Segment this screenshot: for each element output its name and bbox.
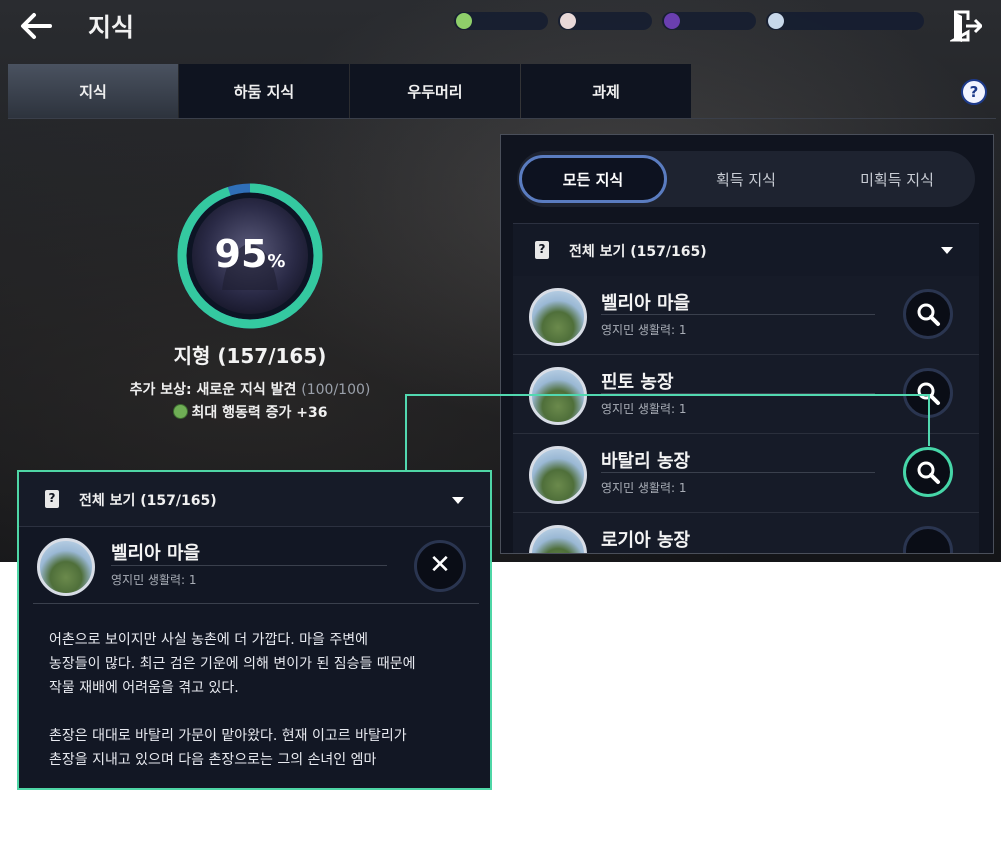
detail-divider — [111, 565, 387, 566]
bonus-text: 최대 행동력 증가 +36 — [80, 402, 420, 422]
category-tabs: 지식 하둠 지식 우두머리 과제 — [8, 64, 692, 118]
reward-text: 추가 보상: 새로운 지식 발견 (100/100) — [129, 382, 371, 398]
detail-description: 어촌으로 보이지만 사실 농촌에 더 가깝다. 마을 주변에 농장들이 많다. … — [49, 632, 416, 768]
connector-line — [405, 394, 930, 396]
search-button[interactable] — [903, 526, 953, 553]
connector-line — [928, 394, 930, 446]
page-title: 지식 — [88, 13, 135, 42]
resource-bar-dark-orb — [662, 12, 756, 30]
caret-down-icon — [941, 247, 953, 254]
item-divider — [601, 314, 875, 315]
book-question-icon: ? — [535, 241, 549, 259]
knowledge-detail-popup: ? 전체 보기 (157/165) 벨리아 마을 영지민 생활력: 1 ✕ 어촌… — [17, 470, 492, 790]
resource-bar-silver — [766, 12, 924, 30]
silver-coin-icon — [768, 13, 784, 29]
search-button[interactable] — [903, 447, 953, 497]
detail-title: 벨리아 마을 — [111, 543, 201, 564]
filter-unacquired[interactable]: 미획득 지식 — [823, 155, 971, 203]
search-button[interactable] — [903, 289, 953, 339]
list-item[interactable]: 벨리아 마을 영지민 생활력: 1 — [513, 276, 979, 355]
caret-down-icon — [452, 497, 464, 504]
item-divider — [601, 472, 875, 473]
view-all-dropdown[interactable]: ? 전체 보기 (157/165) — [513, 223, 979, 277]
detail-view-all-dropdown[interactable]: ? 전체 보기 (157/165) — [19, 472, 490, 527]
progress-percent: 95% — [214, 232, 286, 276]
help-button[interactable]: ? — [961, 79, 987, 105]
location-thumbnail — [529, 288, 587, 346]
back-button[interactable] — [18, 8, 58, 44]
tab-divider — [8, 118, 996, 119]
detail-subtitle: 영지민 생활력: 1 — [111, 573, 197, 587]
detail-separator — [33, 603, 479, 604]
list-item[interactable]: 로기아 농장 — [513, 513, 979, 553]
close-icon: ✕ — [429, 550, 451, 580]
filter-toggle: 모든 지식 획득 지식 미획득 지식 — [517, 151, 975, 207]
energy-gem-icon — [172, 404, 188, 419]
exit-door-icon — [948, 10, 984, 42]
progress-ring: 95% — [174, 180, 326, 332]
location-thumbnail — [529, 525, 587, 553]
connector-line — [405, 394, 407, 470]
category-count: 지형 (157/165) — [173, 344, 327, 368]
tab-hadum-knowledge[interactable]: 하둠 지식 — [179, 64, 349, 118]
location-thumbnail — [529, 367, 587, 425]
list-item[interactable]: 바탈리 농장 영지민 생활력: 1 — [513, 434, 979, 513]
tab-quest[interactable]: 과제 — [521, 64, 691, 118]
resource-bar-energy — [454, 12, 548, 30]
tab-knowledge[interactable]: 지식 — [8, 64, 178, 118]
dark-orb-icon — [664, 13, 680, 29]
pearl-icon — [560, 13, 576, 29]
energy-gem-icon — [456, 13, 472, 29]
magnifier-icon — [917, 461, 940, 484]
location-thumbnail — [37, 538, 95, 596]
exit-button[interactable] — [948, 8, 984, 44]
filter-all[interactable]: 모든 지식 — [519, 155, 667, 203]
book-question-icon: ? — [45, 490, 59, 508]
magnifier-icon — [917, 303, 940, 326]
arrow-left-icon — [21, 13, 52, 39]
close-button[interactable]: ✕ — [414, 540, 466, 592]
tab-boss[interactable]: 우두머리 — [350, 64, 520, 118]
knowledge-list-panel: 모든 지식 획득 지식 미획득 지식 ? 전체 보기 (157/165) 벨리아… — [500, 134, 994, 554]
filter-acquired[interactable]: 획득 지식 — [672, 155, 820, 203]
resource-bar-pearl — [558, 12, 652, 30]
top-bar: 지식 — [0, 0, 1001, 56]
location-thumbnail — [529, 446, 587, 504]
